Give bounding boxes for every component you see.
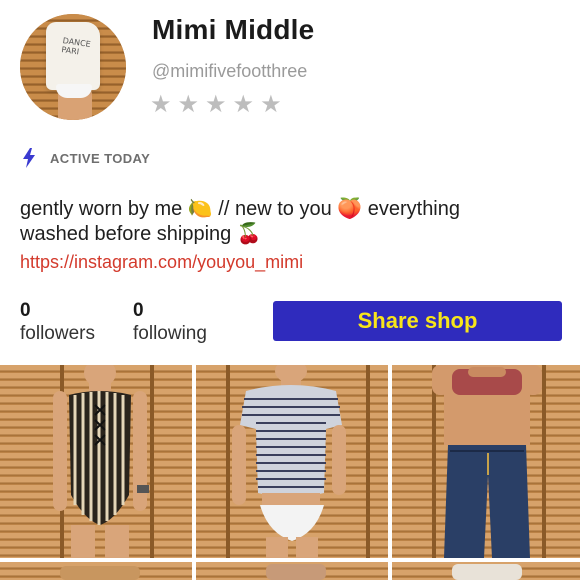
bio-line: washed before shipping 🍒 bbox=[20, 223, 262, 245]
following-count: 0 bbox=[133, 300, 144, 321]
avatar[interactable]: DANCE PARI bbox=[20, 14, 126, 120]
model-figure bbox=[60, 566, 140, 580]
listing-tile-4[interactable] bbox=[0, 562, 192, 580]
model-figure bbox=[232, 365, 346, 558]
star-icon: ★ bbox=[260, 91, 282, 118]
listing-tile-5[interactable] bbox=[196, 562, 388, 580]
instagram-link[interactable]: https://instagram.com/youyou_mimi bbox=[20, 252, 303, 273]
lightning-bolt-icon bbox=[22, 148, 36, 168]
door-frame bbox=[366, 365, 370, 558]
listing-tile-jeans[interactable] bbox=[392, 365, 580, 558]
activity-status: ACTIVE TODAY bbox=[22, 148, 150, 168]
share-shop-button[interactable]: Share shop bbox=[273, 301, 562, 341]
star-icon: ★ bbox=[150, 91, 172, 118]
profile-name: Mimi Middle bbox=[152, 14, 315, 45]
avatar-shirt bbox=[46, 22, 100, 90]
profile-handle: @mimifivefootthree bbox=[152, 61, 308, 81]
listing-tile-striped-tee[interactable] bbox=[196, 365, 388, 558]
followers-stat[interactable]: 0 followers bbox=[20, 300, 95, 346]
following-stat[interactable]: 0 following bbox=[133, 300, 207, 346]
profile-bio: gently worn by me 🍋 // new to you 🍑 ever… bbox=[20, 197, 565, 247]
followers-label: followers bbox=[20, 323, 95, 344]
listing-tile-6[interactable] bbox=[392, 562, 580, 580]
star-icon: ★ bbox=[232, 91, 255, 118]
following-label: following bbox=[133, 323, 207, 344]
listing-tile-striped-bodysuit[interactable] bbox=[0, 365, 192, 558]
model-figure bbox=[432, 365, 542, 558]
model-figure bbox=[53, 365, 149, 558]
activity-label: ACTIVE TODAY bbox=[50, 150, 151, 166]
star-icon: ★ bbox=[205, 91, 227, 118]
listing-grid bbox=[0, 365, 580, 580]
rating-stars: ★ ★ ★ ★ ★ bbox=[150, 91, 282, 119]
star-icon: ★ bbox=[177, 91, 200, 118]
model-figure bbox=[266, 564, 326, 580]
followers-count: 0 bbox=[20, 300, 31, 321]
bio-line: gently worn by me 🍋 // new to you 🍑 ever… bbox=[20, 198, 460, 220]
avatar-shirt-text: DANCE PARI bbox=[60, 36, 92, 57]
model-figure bbox=[452, 564, 522, 580]
avatar-brief bbox=[56, 84, 92, 98]
